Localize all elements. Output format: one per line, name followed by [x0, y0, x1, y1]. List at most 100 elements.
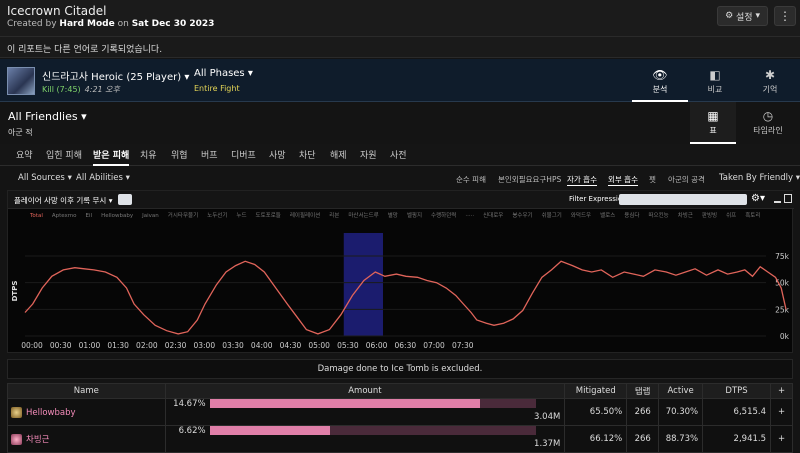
ignore-after-death-toggle[interactable]: 플레이어 사망 이후 기록 무시 ▾ [14, 195, 113, 206]
col-dtps[interactable]: DTPS [702, 383, 771, 399]
col-name[interactable]: Name [7, 383, 166, 399]
legend-item[interactable]: 신대로우 [483, 213, 503, 219]
option-raw-damage[interactable]: 순수 피해 [456, 174, 486, 185]
col-active[interactable]: Active [658, 383, 704, 399]
legend-item[interactable]: Jaivan [142, 213, 159, 219]
taken-by-label: Taken By Friendly [719, 173, 794, 183]
kill-duration: Kill (7:45) [42, 85, 81, 94]
sources-filter[interactable]: All Sources ▾ [18, 173, 72, 183]
compare-icon: ◧ [709, 68, 721, 82]
sources-label: All Sources [18, 173, 65, 183]
legend-item[interactable]: Total [30, 213, 43, 219]
option-external-absorb[interactable]: 외부 흡수 [608, 174, 638, 186]
legend-item[interactable]: 노두선기 [207, 213, 227, 219]
legend-item[interactable]: Aptexmo [52, 213, 77, 219]
legend-item[interactable]: 리븐 [329, 213, 339, 219]
amount-bar-fill [209, 399, 481, 408]
legend-item[interactable]: 쉬프 [726, 213, 736, 219]
col-taps[interactable]: 탭랩 [626, 383, 660, 399]
player-name[interactable]: 차빙근 [26, 435, 49, 445]
legend-item[interactable]: 벨핑지 [407, 213, 422, 219]
filter-expression-input[interactable] [619, 194, 747, 205]
tab-dispels[interactable]: 해제 [330, 148, 347, 161]
tab-threat[interactable]: 위협 [171, 148, 188, 161]
gear-icon: ⚙ [725, 11, 734, 21]
x-tick-label: 06:30 [395, 341, 417, 350]
boss-name: 신드라고사 Heroic (25 Player) [42, 72, 182, 83]
settings-button[interactable]: ⚙ 설정 ▾ [717, 6, 768, 26]
legend-item[interactable]: 흑토리 [745, 213, 760, 219]
phase-selector[interactable]: All Phases ▾ [194, 68, 253, 79]
legend-item[interactable]: 도토포로들 [256, 213, 281, 219]
legend-item[interactable]: 별망 [388, 213, 398, 219]
legend-item[interactable]: 레이필레이션 [290, 213, 320, 219]
player-name[interactable]: Hellowbaby [26, 408, 76, 418]
kill-time: 4:21 오후 [84, 85, 120, 94]
option-pets[interactable]: 펫 [649, 174, 656, 185]
tab-buffs[interactable]: 버프 [201, 148, 218, 161]
view-tab-timeline[interactable]: ◷ 타임라인 [740, 102, 796, 144]
view-tab-table[interactable]: ▦ 표 [690, 102, 736, 144]
legend-item[interactable]: 쉬물그기 [542, 213, 562, 219]
tab-compare[interactable]: ◧ 비교 [687, 59, 743, 102]
tab-interrupts[interactable]: 차단 [299, 148, 316, 161]
fight-bar: 신드라고사 Heroic (25 Player) ▾ Kill (7:45) 4:… [0, 59, 800, 102]
tab-analysis[interactable]: 👁 분석 [632, 59, 688, 102]
maximize-icon[interactable] [784, 194, 792, 203]
tab-memory[interactable]: ✱ 기억 [742, 59, 798, 102]
report-date: Sat Dec 30 2023 [131, 19, 215, 29]
chevron-down-icon: ▾ [67, 173, 72, 183]
friendlies-selector[interactable]: All Friendlies ▾ [8, 110, 87, 123]
legend-item[interactable]: 와덕드우 [571, 213, 591, 219]
taken-by-filter[interactable]: Taken By Friendly ▾ [719, 173, 800, 183]
tab-healing[interactable]: 치유 [140, 148, 157, 161]
abilities-filter[interactable]: All Abilities ▾ [76, 173, 130, 183]
tab-resources[interactable]: 자원 [360, 148, 377, 161]
legend-item[interactable]: 차빙근 [678, 213, 693, 219]
graph-settings-icon[interactable]: ⚙▾ [751, 193, 765, 204]
tab-damage-taken[interactable]: 받은 피해 [93, 148, 130, 166]
col-mitigated[interactable]: Mitigated [564, 383, 628, 399]
more-menu-button[interactable]: ⋮ [774, 6, 796, 26]
puzzle-icon: ✱ [764, 68, 776, 82]
col-add[interactable]: + [770, 383, 793, 399]
col-amount[interactable]: Amount [164, 383, 566, 399]
legend-item[interactable]: Hellowbaby [101, 213, 133, 219]
minimize-icon[interactable] [774, 194, 781, 203]
option-hps[interactable]: 본인외필요요구HPS [498, 174, 561, 185]
tab-deaths[interactable]: 사망 [269, 148, 286, 161]
eye-icon: 👁 [652, 68, 668, 82]
legend-item[interactable]: 거시타무물기 [168, 213, 198, 219]
player-cell[interactable]: Hellowbaby [7, 398, 166, 426]
boss-selector[interactable]: 신드라고사 Heroic (25 Player) ▾ [42, 68, 189, 83]
legend-item[interactable]: 떠으킨능 [648, 213, 668, 219]
boss-portrait-icon [7, 67, 35, 95]
table-icon: ▦ [707, 109, 719, 123]
option-friendly-fire[interactable]: 아군의 공격 [668, 174, 705, 185]
legend-item[interactable]: Eil [86, 213, 93, 219]
ignore-after-death-checkbox[interactable] [118, 194, 132, 205]
legend-item[interactable]: ····· [465, 213, 474, 219]
ally-enemy-toggle[interactable]: 아군 적 [8, 127, 33, 138]
legend-item[interactable]: 밸로스 [600, 213, 615, 219]
table-row[interactable]: Hellowbaby 14.67% 3.04M 65.50% 266 70.30% 6,51… [7, 398, 793, 426]
chevron-down-icon: ▾ [108, 196, 113, 205]
report-byline: Created by Hard Mode on Sat Dec 30 2023 [7, 19, 214, 29]
legend-item[interactable]: 누드 [236, 213, 246, 219]
legend-item[interactable]: 용심다 [624, 213, 639, 219]
tab-casts[interactable]: 사전 [390, 148, 407, 161]
option-self-absorb[interactable]: 자가 흡수 [567, 174, 597, 186]
legend-item[interactable]: 마산서는드루 [348, 213, 378, 219]
report-author[interactable]: Hard Mode [59, 19, 114, 29]
expand-row-button[interactable]: + [770, 398, 793, 426]
chevron-down-icon: ▾ [184, 72, 190, 83]
legend-item[interactable]: 판빙빙 [702, 213, 717, 219]
legend-item[interactable]: 수랭하던력 [431, 213, 456, 219]
clock-icon: ◷ [762, 109, 774, 123]
phase-label: All Phases [194, 68, 245, 79]
tab-debuffs[interactable]: 디버프 [231, 148, 256, 161]
tab-summary[interactable]: 요약 [16, 148, 33, 161]
legend-item[interactable]: 봉수우기 [512, 213, 532, 219]
y-tick-label: 75k [775, 252, 790, 261]
tab-damage-done[interactable]: 입힌 피해 [46, 148, 82, 161]
